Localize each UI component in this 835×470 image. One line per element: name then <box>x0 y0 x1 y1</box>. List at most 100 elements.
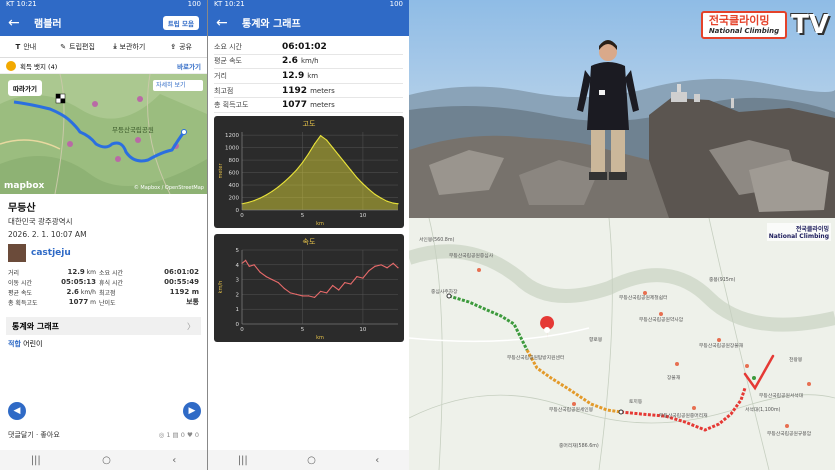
y-tick-label: 2 <box>236 292 240 298</box>
data-point <box>374 265 376 267</box>
app-bar: ← 통계와 그래프 <box>208 9 409 36</box>
save-trip-label: 보관하기 <box>119 42 146 51</box>
stat-value: 12.9 km <box>67 268 96 276</box>
guide-button[interactable]: T 안내 <box>0 42 52 52</box>
save-trip-button[interactable]: ⤓ 보관하기 <box>104 42 156 52</box>
trip-info: 무등산 대한민국 광주광역시 2026. 2. 1. 10:07 AM cast… <box>0 194 207 312</box>
badges-link[interactable]: 바로가기 <box>177 61 201 71</box>
reaction-counts: ◎ 1 ▤ 0 ♥ 0 <box>158 431 199 439</box>
back-arrow-icon[interactable]: ← <box>216 15 236 31</box>
altitude-chart-svg: 고도 0 200 400 600 800 1000 1200 0 5 10 km meter <box>218 120 399 227</box>
stat-label: 거리 <box>8 269 20 277</box>
summary-row: 평균 속도 2.6 km/h <box>214 55 403 70</box>
stat-label: 이동 시간 <box>8 279 32 287</box>
stat-label: 소요 시간 <box>99 269 123 277</box>
suitability-key: 적합 <box>8 340 21 348</box>
channel-name-kr: 전국클라이밍 <box>795 226 829 233</box>
y-tick-label: 200 <box>229 196 240 202</box>
back-arrow-icon[interactable]: ← <box>8 15 28 31</box>
summary-value: 1077 <box>282 100 308 111</box>
y-tick-label: 600 <box>229 171 240 177</box>
data-point <box>374 193 376 195</box>
battery-indicator: 100 <box>389 0 403 8</box>
map-detail-button[interactable]: 자세히 보기 <box>153 80 203 91</box>
status-time: KT 10:21 <box>214 0 245 8</box>
series-area <box>242 135 398 210</box>
tv-logo-text: TV <box>791 10 829 40</box>
data-point <box>362 277 364 279</box>
x-tick-label: 10 <box>359 213 366 219</box>
chart-title: 속도 <box>303 238 316 246</box>
user-row[interactable]: castjeju <box>8 244 199 262</box>
data-point <box>392 202 394 204</box>
recent-apps-button[interactable]: ||| <box>31 455 41 466</box>
y-tick-label: 800 <box>229 158 240 164</box>
screen-title: 통계와 그래프 <box>242 19 301 30</box>
summary-unit: km <box>307 71 319 80</box>
trip-date: 2026. 2. 1. 10:07 AM <box>8 230 87 239</box>
stat-row: 거리 12.9 km 소요 시간 06:01:02 <box>8 267 199 277</box>
data-point <box>301 161 304 164</box>
data-point <box>380 197 382 199</box>
data-point <box>356 176 358 179</box>
y-tick-label: 0 <box>236 322 240 328</box>
summary-label: 거리 <box>214 71 227 80</box>
data-point <box>313 143 316 145</box>
follow-button[interactable]: 따라가기 <box>8 80 42 96</box>
map-label: 장불재 <box>667 376 681 381</box>
username[interactable]: castjeju <box>31 248 71 258</box>
back-button[interactable]: ‹ <box>172 455 176 466</box>
next-trip-button[interactable]: ▶ <box>183 402 201 420</box>
channel-name-en: National Climbing <box>768 233 829 240</box>
map-label: 천왕봉 <box>789 358 803 363</box>
status-bar: KT 10:21 100 <box>208 0 409 9</box>
map-label: 중봉(915m) <box>709 278 736 283</box>
home-button[interactable]: ○ <box>307 455 316 466</box>
map-label: 서석대(1,100m) <box>745 408 781 413</box>
summit-photo: 전국클라이밍 National Climbing TV <box>409 0 835 218</box>
x-tick-label: 5 <box>301 327 305 333</box>
share-button[interactable]: ⇪ 공유 <box>155 42 207 52</box>
stat-value: 05:05:13 <box>61 278 96 286</box>
guide-label: 안내 <box>23 42 37 51</box>
suitability-value: 어린이 <box>23 340 43 348</box>
app-bar: ← 램블러 트립 모음 <box>0 9 207 36</box>
trip-map[interactable]: 따라가기 자세히 보기 무등산국립공원 mapbox © Mapbox / Op… <box>0 74 207 194</box>
x-tick-label: 0 <box>240 213 244 219</box>
prev-trip-button[interactable]: ◀ <box>8 402 26 420</box>
data-point <box>283 181 285 183</box>
download-icon: ⤓ <box>113 42 117 50</box>
data-point <box>344 281 346 284</box>
trip-collection-button[interactable]: 트립 모음 <box>162 15 199 30</box>
data-point <box>277 186 279 188</box>
suitability: 적합 어린이 <box>0 335 207 353</box>
back-button[interactable]: ‹ <box>375 455 379 466</box>
map-label: 서인봉(560.8m) <box>419 238 455 243</box>
trip-pager: ◀ ▶ <box>8 402 201 420</box>
y-tick-label: 5 <box>236 248 240 254</box>
map-credit[interactable]: © Mapbox / OpenStreetMap <box>134 185 204 191</box>
badges-row[interactable]: 획득 뱃지 (4) 바로가기 <box>0 58 207 74</box>
route-map[interactable]: 중심사주차장 무등산국립공원탐방지원센터 무등산국립공원제철쉼터 무등산국립공원… <box>409 218 835 470</box>
comments-row[interactable]: 댓글달기 · 좋아요 ◎ 1 ▤ 0 ♥ 0 <box>0 428 207 442</box>
summary-unit: meters <box>310 86 335 95</box>
data-point <box>380 264 382 266</box>
recent-apps-button[interactable]: ||| <box>238 455 248 466</box>
data-point <box>386 267 388 269</box>
data-point <box>271 279 273 281</box>
location: 대한민국 광주광역시 <box>8 217 73 226</box>
stat-label: 평균 속도 <box>8 289 32 297</box>
edit-trip-button[interactable]: ✎ 트립편집 <box>52 42 104 52</box>
data-point <box>338 154 340 156</box>
summary-label: 최고점 <box>214 86 234 95</box>
system-nav-bar: ||| ○ ‹ <box>208 450 409 470</box>
stat-row: 총 획득고도 1077 m 난이도 보통 <box>8 297 199 307</box>
avatar[interactable] <box>8 244 26 262</box>
home-button[interactable]: ○ <box>102 455 111 466</box>
stat-value: 2.6 km/h <box>66 288 96 296</box>
y-tick-label: 4 <box>236 263 240 269</box>
summary-value: 2.6 <box>282 56 298 67</box>
stat-value: 1192 m <box>169 288 199 296</box>
map-label: 향로봉 <box>589 338 603 343</box>
stats-graph-link[interactable]: 통계와 그래프 〉 <box>6 317 201 335</box>
